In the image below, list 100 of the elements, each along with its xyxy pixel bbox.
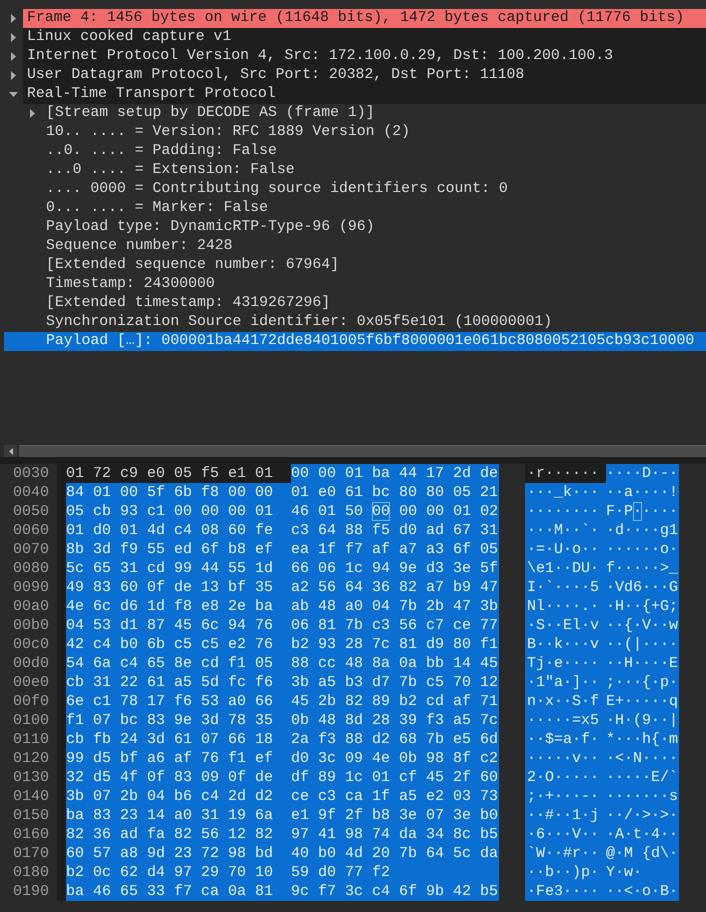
- hex-bytes[interactable]: 4e 6c d6 1d f8 e8 2e ba: [66, 597, 291, 616]
- hex-bytes[interactable]: 42 c4 b0 6b c5 c5 e2 76: [66, 635, 291, 654]
- hex-bytes[interactable]: d0 3c 09 4e 0b 98 8f c2: [291, 749, 499, 768]
- hex-bytes[interactable]: 88 cc 48 8a 0a bb 14 45: [291, 654, 499, 673]
- hex-bytes[interactable]: cb fb 24 3d 61 07 66 18: [66, 730, 291, 749]
- hex-bytes[interactable]: ce c3 ca 1f a5 e2 03 73: [291, 787, 499, 806]
- tree-item[interactable]: [Extended timestamp: 4319267296]: [4, 294, 706, 313]
- hex-bytes[interactable]: 32 d5 4f 0f 83 09 0f de: [66, 768, 291, 787]
- hex-bytes[interactable]: ba 83 23 14 a0 31 19 6a: [66, 806, 291, 825]
- ascii-text[interactable]: ·6···V··: [525, 825, 606, 844]
- hex-bytes[interactable]: 01 72 c9 e0 05 f5 e1 01: [66, 464, 291, 483]
- ascii-text[interactable]: ·····E/`: [606, 768, 679, 787]
- tree-item[interactable]: Synchronization Source identifier: 0x05f5e101 (100000001): [4, 313, 706, 332]
- hex-bytes[interactable]: 59 d0 77 f2: [291, 863, 499, 882]
- tree-item[interactable]: Internet Protocol Version 4, Src: 172.100.0.29, Dst: 100.200.100.3: [23, 47, 706, 66]
- caret-right-icon[interactable]: [30, 109, 35, 118]
- ascii-text[interactable]: ;·+···-·: [525, 787, 606, 806]
- ascii-text[interactable]: ··H····E: [606, 654, 679, 673]
- ascii-text[interactable]: \e1··DU·: [525, 559, 606, 578]
- hex-bytes[interactable]: 97 41 98 74 da 34 8c b5: [291, 825, 499, 844]
- ascii-text[interactable]: ·<·N····: [606, 749, 679, 768]
- tree-item[interactable]: 0... .... = Marker: False: [4, 199, 706, 218]
- hex-bytes[interactable]: 46 01 50 00 00 00 01 02: [291, 502, 499, 521]
- ascii-text[interactable]: ·······s: [606, 787, 679, 806]
- hex-bytes[interactable]: c3 64 88 f5 d0 ad 67 31: [291, 521, 499, 540]
- ascii-text[interactable]: ··(|····: [606, 635, 679, 654]
- ascii-text[interactable]: Nl····.·: [525, 597, 606, 616]
- ascii-text[interactable]: ·H·(9··|: [606, 711, 679, 730]
- tree-item[interactable]: Payload type: DynamicRTP-Type-96 (96): [4, 218, 706, 237]
- ascii-text[interactable]: ······o·: [606, 540, 679, 559]
- hex-bytes[interactable]: 8b 3d f9 55 ed 6f b8 ef: [66, 540, 291, 559]
- ascii-text[interactable]: ··/·>·>·: [606, 806, 679, 825]
- ascii-text[interactable]: @·M {d\·: [606, 844, 679, 863]
- hex-bytes[interactable]: 84 01 00 5f 6b f8 00 00: [66, 483, 291, 502]
- hex-bytes[interactable]: ab 48 a0 04 7b 2b 47 3b: [291, 597, 499, 616]
- hex-bytes[interactable]: 3b 07 2b 04 b6 c4 2d d2: [66, 787, 291, 806]
- hex-bytes[interactable]: 04 53 d1 87 45 6c 94 76: [66, 616, 291, 635]
- hex-bytes[interactable]: 00 00 01 ba 44 17 2d de: [291, 464, 499, 483]
- ascii-text[interactable]: ·r······: [525, 464, 606, 483]
- ascii-text[interactable]: ·····v··: [525, 749, 606, 768]
- ascii-text[interactable]: `W··#r··: [525, 844, 606, 863]
- hex-bytes[interactable]: 01 d0 01 4d c4 08 60 fe: [66, 521, 291, 540]
- hex-bytes[interactable]: 6e c1 78 17 f6 53 a0 66: [66, 692, 291, 711]
- tree-item[interactable]: ...0 .... = Extension: False: [4, 161, 706, 180]
- ascii-text[interactable]: ·S··El·v: [525, 616, 606, 635]
- tree-item[interactable]: [Extended sequence number: 67964]: [4, 256, 706, 275]
- ascii-text[interactable]: ·=·U·o··: [525, 540, 606, 559]
- ascii-text[interactable]: *···h{·m: [606, 730, 679, 749]
- ascii-text[interactable]: ····D·-·: [606, 464, 679, 483]
- ascii-text[interactable]: ·d····g1: [606, 521, 679, 540]
- hex-bytes[interactable]: 54 6a c4 65 8e cd f1 05: [66, 654, 291, 673]
- tree-item[interactable]: 10.. .... = Version: RFC 1889 Version (2): [4, 123, 706, 142]
- hex-bytes[interactable]: a2 56 64 36 82 a7 b9 47: [291, 578, 499, 597]
- ascii-text[interactable]: n·x··S·f: [525, 692, 606, 711]
- caret-right-icon[interactable]: [11, 52, 16, 61]
- hex-bytes[interactable]: 45 2b 82 89 b2 cd af 71: [291, 692, 499, 711]
- ascii-text[interactable]: ··<·o·B·: [606, 882, 679, 901]
- ascii-text[interactable]: ··b··)p·: [525, 863, 606, 882]
- ascii-text[interactable]: 2·O·····: [525, 768, 606, 787]
- hex-bytes[interactable]: 49 83 60 0f de 13 bf 35: [66, 578, 291, 597]
- tree-item[interactable]: [Stream setup by DECODE AS (frame 1)]: [42, 104, 706, 123]
- tree-item[interactable]: Frame 4: 1456 bytes on wire (11648 bits), 1472 bytes captured (11776 bits): [23, 9, 706, 28]
- ascii-text[interactable]: ·····=x5: [525, 711, 606, 730]
- ascii-text[interactable]: Y·w·: [606, 863, 679, 882]
- tree-item[interactable]: Real-Time Transport Protocol: [23, 85, 706, 104]
- hex-bytes[interactable]: 0b 48 8d 28 39 f3 a5 7c: [291, 711, 499, 730]
- ascii-text[interactable]: ··a····!: [606, 483, 679, 502]
- hex-bytes[interactable]: 2a f3 88 d2 68 7b e5 6d: [291, 730, 499, 749]
- hex-bytes[interactable]: ea 1f f7 af a7 a3 6f 05: [291, 540, 499, 559]
- tree-item[interactable]: User Datagram Protocol, Src Port: 20382, Dst Port: 11108: [23, 66, 706, 85]
- hex-bytes[interactable]: cb 31 22 61 a5 5d fc f6: [66, 673, 291, 692]
- ascii-text[interactable]: ·A·t·4··: [606, 825, 679, 844]
- ascii-text[interactable]: ···_k···: [525, 483, 606, 502]
- hex-bytes[interactable]: b2 93 28 7c 81 d9 80 f1: [291, 635, 499, 654]
- hex-bytes[interactable]: 06 81 7b c3 56 c7 ce 77: [291, 616, 499, 635]
- hex-bytes[interactable]: 01 e0 61 bc 80 80 05 21: [291, 483, 499, 502]
- ascii-text[interactable]: E+·····q: [606, 692, 679, 711]
- hex-bytes[interactable]: f1 07 bc 83 9e 3d 78 35: [66, 711, 291, 730]
- ascii-text[interactable]: ;···{·p·: [606, 673, 679, 692]
- ascii-text[interactable]: ·1"a·]··: [525, 673, 606, 692]
- tree-item[interactable]: Timestamp: 24300000: [4, 275, 706, 294]
- hex-bytes[interactable]: 05 cb 93 c1 00 00 00 01: [66, 502, 291, 521]
- hex-bytes[interactable]: df 89 1c 01 cf 45 2f 60: [291, 768, 499, 787]
- hex-bytes[interactable]: 66 06 1c 94 9e d3 3e 5f: [291, 559, 499, 578]
- ascii-text[interactable]: f·····>_: [606, 559, 679, 578]
- ascii-text[interactable]: ··$=a·f·: [525, 730, 606, 749]
- caret-down-icon[interactable]: [9, 92, 18, 97]
- hex-bytes[interactable]: 3b a5 b3 d7 7b c5 70 12: [291, 673, 499, 692]
- ascii-text[interactable]: B··k···v: [525, 635, 606, 654]
- hex-bytes[interactable]: 5c 65 31 cd 99 44 55 1d: [66, 559, 291, 578]
- scroll-left-button[interactable]: [4, 445, 17, 457]
- ascii-text[interactable]: I·`····5: [525, 578, 606, 597]
- hex-bytes[interactable]: ba 46 65 33 f7 ca 0a 81: [66, 882, 291, 901]
- ascii-text[interactable]: ···M··`·: [525, 521, 606, 540]
- hex-bytes[interactable]: 60 57 a8 9d 23 72 98 bd: [66, 844, 291, 863]
- tree-item[interactable]: Linux cooked capture v1: [23, 28, 706, 47]
- tree-item[interactable]: ..0. .... = Padding: False: [4, 142, 706, 161]
- ascii-text[interactable]: ········: [525, 502, 606, 521]
- ascii-text[interactable]: ··{·V··w: [606, 616, 679, 635]
- tree-item[interactable]: .... 0000 = Contributing source identifiers count: 0: [4, 180, 706, 199]
